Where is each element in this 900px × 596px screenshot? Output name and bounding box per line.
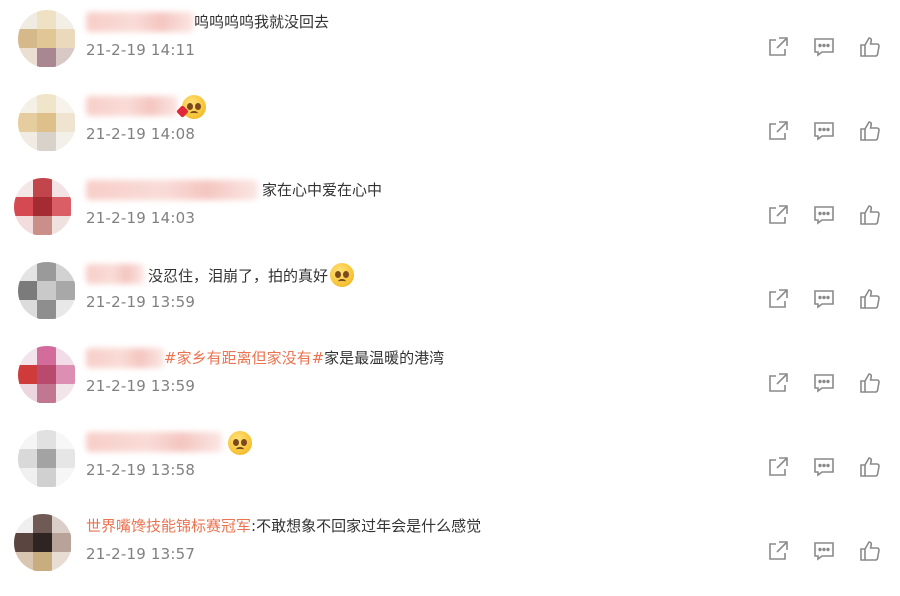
blurred-username[interactable] [86, 432, 222, 452]
kiss-face-emoji [176, 95, 206, 119]
thumbs-up-icon[interactable] [858, 371, 882, 395]
thumbs-up-icon[interactable] [858, 455, 882, 479]
comment-body: 家在心中爱在心中 [262, 181, 383, 199]
comment-item: 没忍住，泪崩了，拍的真好 21-2-19 13:59 [0, 260, 900, 344]
comment-text: 呜呜呜呜我就没回去 [194, 11, 329, 33]
avatar[interactable] [18, 262, 76, 320]
blurred-username[interactable] [86, 180, 258, 200]
username-link[interactable]: 世界嘴馋技能锦标赛冠军 [86, 517, 251, 535]
topic-hashtag-link[interactable]: #家乡有距离但家没有# [164, 349, 324, 367]
tearful-face-emoji [330, 263, 355, 287]
comment-text: 世界嘴馋技能锦标赛冠军:不敢想象不回家过年会是什么感觉 [86, 515, 481, 537]
comment-text: 没忍住，泪崩了，拍的真好 [148, 263, 355, 287]
comment-text: 家在心中爱在心中 [262, 179, 382, 201]
comment-icon[interactable] [812, 35, 836, 59]
thumbs-up-icon[interactable] [858, 35, 882, 59]
comment-icon[interactable] [812, 119, 836, 143]
comment-text: #家乡有距离但家没有#家是最温暖的港湾 [164, 347, 444, 369]
comment-body: 没忍住，泪崩了，拍的真好 [148, 267, 329, 285]
comment-icon[interactable] [812, 455, 836, 479]
avatar[interactable] [14, 178, 72, 236]
comment-body: 呜呜呜呜我就没回去 [194, 13, 330, 31]
comment-actions [766, 119, 882, 143]
comment-text [176, 95, 206, 119]
tearful-face-emoji [228, 431, 252, 455]
blurred-username[interactable] [86, 12, 194, 32]
comment-icon[interactable] [812, 539, 836, 563]
thumbs-up-icon[interactable] [858, 287, 882, 311]
blurred-username[interactable] [86, 96, 178, 116]
comment-timestamp: 21-2-19 13:59 [86, 377, 196, 395]
share-icon[interactable] [766, 203, 790, 227]
comment-text [226, 431, 252, 455]
comment-timestamp: 21-2-19 14:08 [86, 125, 196, 143]
comment-icon[interactable] [812, 371, 836, 395]
comment-actions [766, 371, 882, 395]
thumbs-up-icon[interactable] [858, 119, 882, 143]
comment-timestamp: 21-2-19 13:57 [86, 545, 196, 563]
comment-actions [766, 539, 882, 563]
avatar[interactable] [18, 10, 76, 68]
comment-body: 家是最温暖的港湾 [324, 349, 445, 367]
share-icon[interactable] [766, 35, 790, 59]
avatar[interactable] [18, 430, 76, 488]
blurred-username[interactable] [86, 348, 164, 368]
comment-actions [766, 455, 882, 479]
comment-actions [766, 35, 882, 59]
thumbs-up-icon[interactable] [858, 539, 882, 563]
comment-timestamp: 21-2-19 13:59 [86, 293, 196, 311]
comment-item: 呜呜呜呜我就没回去 21-2-19 14:11 [0, 8, 900, 92]
avatar[interactable] [18, 94, 76, 152]
share-icon[interactable] [766, 371, 790, 395]
comment-item: 21-2-19 14:08 [0, 92, 900, 176]
comment-timestamp: 21-2-19 14:11 [86, 41, 196, 59]
thumbs-up-icon[interactable] [858, 203, 882, 227]
comment-timestamp: 21-2-19 14:03 [86, 209, 196, 227]
comment-timestamp: 21-2-19 13:58 [86, 461, 196, 479]
share-icon[interactable] [766, 455, 790, 479]
comment-item: #家乡有距离但家没有#家是最温暖的港湾 21-2-19 13:59 [0, 344, 900, 428]
comment-icon[interactable] [812, 203, 836, 227]
comment-icon[interactable] [812, 287, 836, 311]
share-icon[interactable] [766, 287, 790, 311]
comment-item: 21-2-19 13:58 [0, 428, 900, 512]
comment-item: 家在心中爱在心中 21-2-19 14:03 [0, 176, 900, 260]
blurred-username[interactable] [86, 264, 144, 284]
comment-actions [766, 287, 882, 311]
avatar[interactable] [14, 514, 72, 572]
avatar[interactable] [18, 346, 76, 404]
comment-actions [766, 203, 882, 227]
share-icon[interactable] [766, 119, 790, 143]
comment-body: :不敢想象不回家过年会是什么感觉 [251, 517, 482, 535]
comment-item: 世界嘴馋技能锦标赛冠军:不敢想象不回家过年会是什么感觉 21-2-19 13:5… [0, 512, 900, 596]
share-icon[interactable] [766, 539, 790, 563]
